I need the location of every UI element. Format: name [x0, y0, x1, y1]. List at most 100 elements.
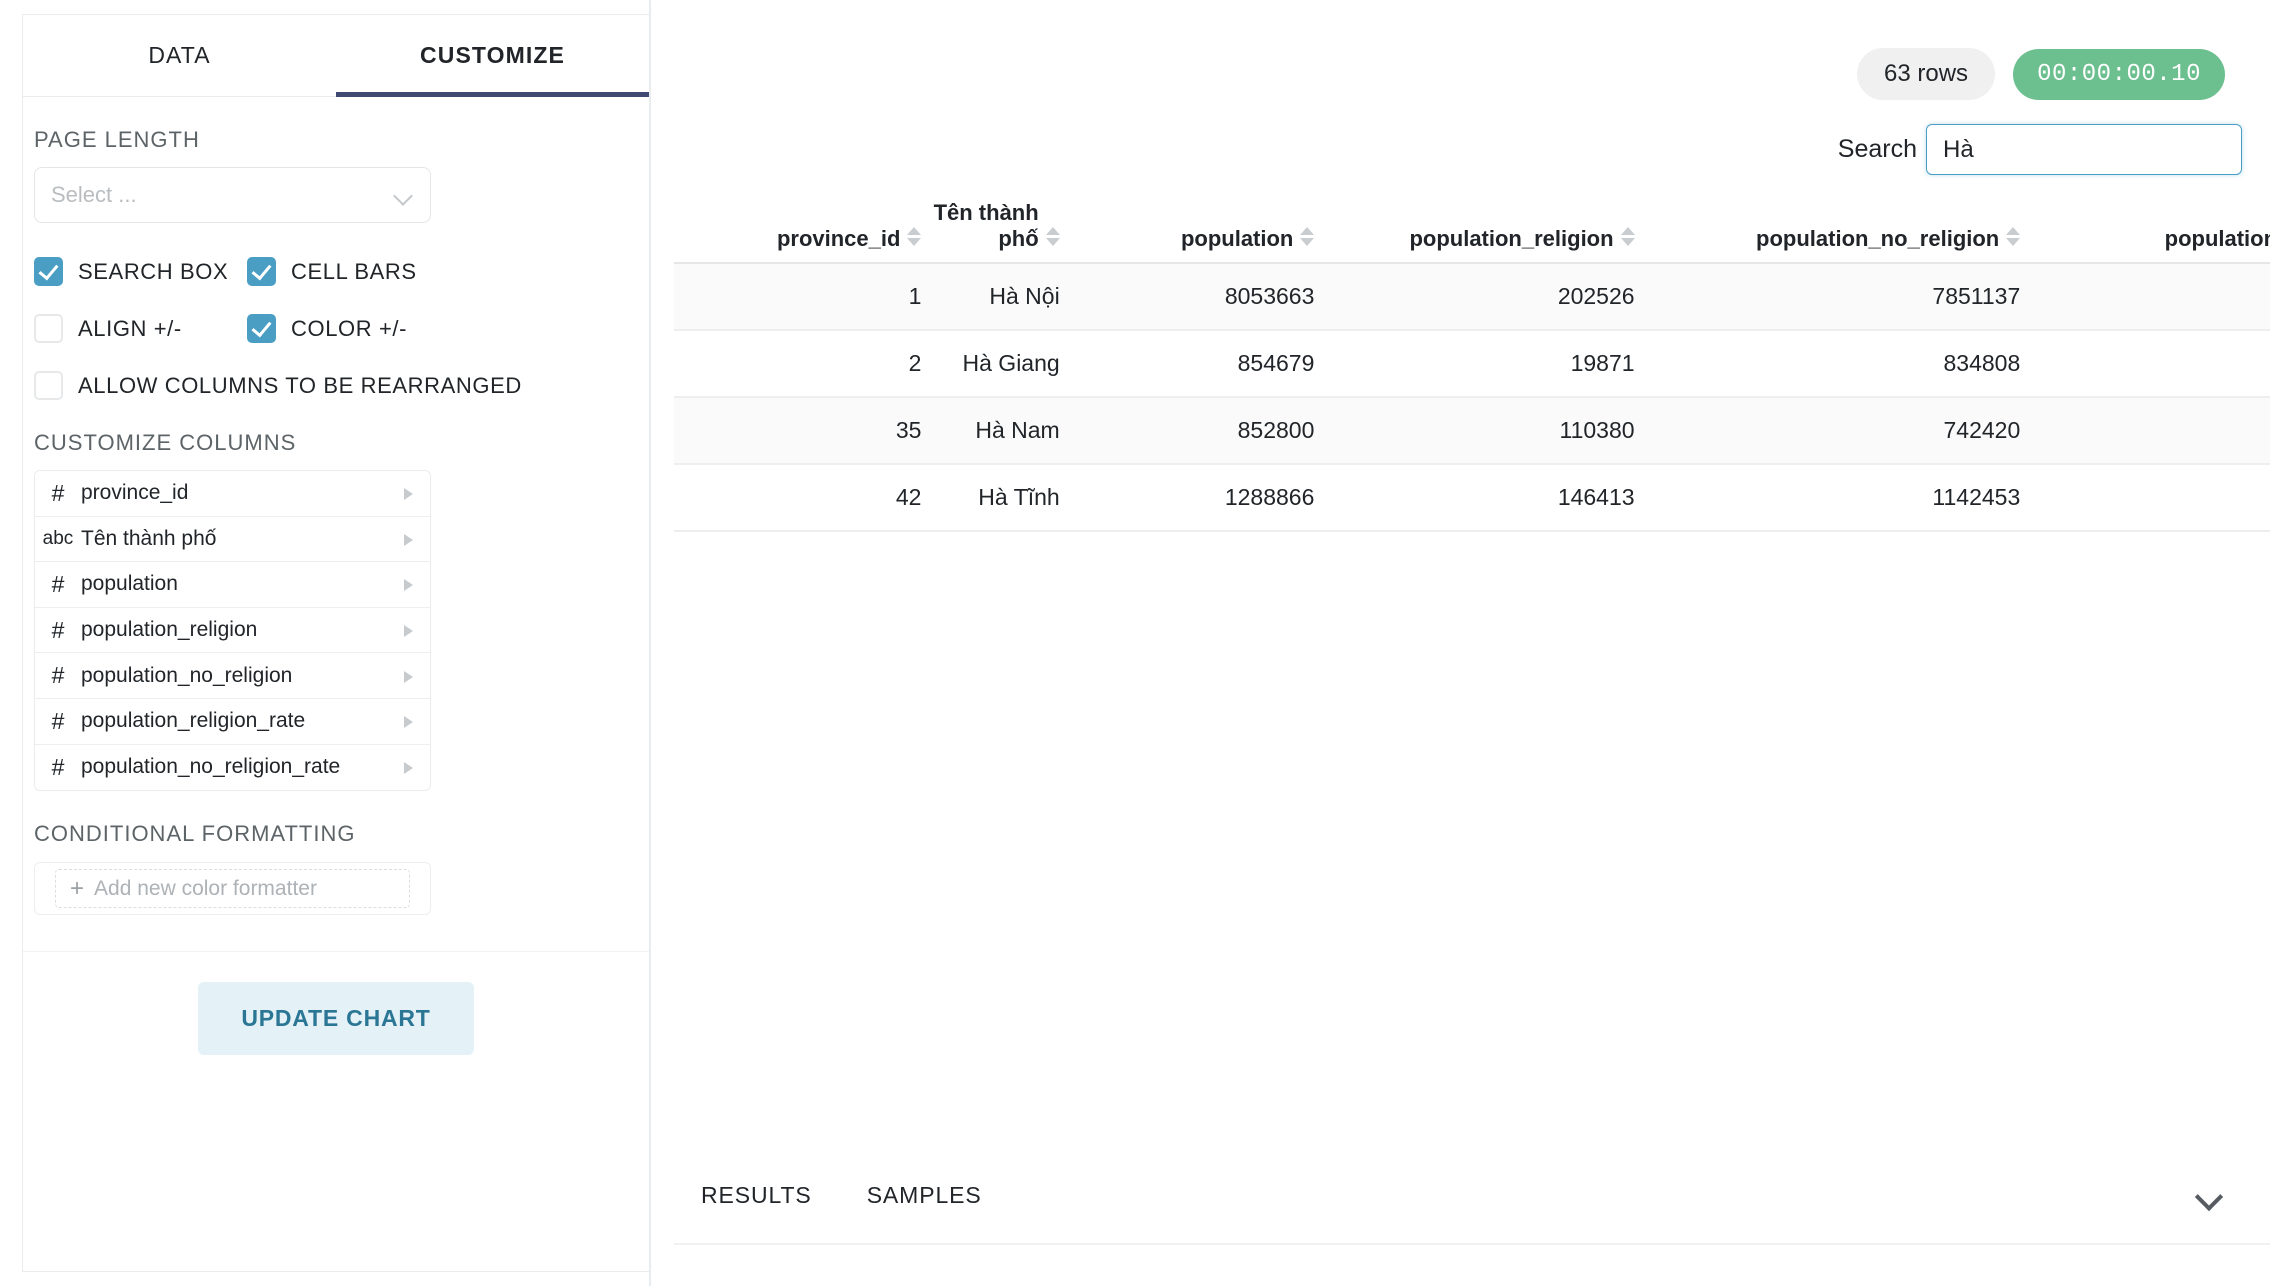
cell-population-religion: 19871 — [1314, 330, 1634, 397]
update-chart-button[interactable]: UPDATE CHART — [198, 982, 473, 1055]
th-population-no-religion-label: population_no_religion — [1756, 226, 1999, 252]
th-population-religion-rate-label: population_religion_rate — [2165, 226, 2270, 252]
checkbox-icon-checked — [34, 257, 63, 286]
checkbox-allow-rearrange[interactable]: ALLOW COLUMNS TO BE REARRANGED — [34, 371, 522, 400]
search-label: Search — [1838, 135, 1917, 164]
cell-population: 1288866 — [1060, 464, 1315, 531]
checkbox-cell-bars-label: CELL BARS — [291, 259, 417, 285]
column-item-population[interactable]: # population — [35, 562, 430, 608]
bottom-panel: RESULTS SAMPLES — [674, 1147, 2270, 1286]
th-population-religion-rate[interactable]: population_religion_rate — [2020, 200, 2270, 263]
sort-icon[interactable] — [1621, 226, 1635, 250]
checkbox-icon-checked — [247, 314, 276, 343]
cell-population-religion: 202526 — [1314, 263, 1634, 330]
checkbox-align-plus-minus[interactable]: ALIGN +/- — [34, 314, 247, 343]
page-length-select-value: Select ... — [51, 182, 394, 208]
sort-icon[interactable] — [1046, 226, 1060, 250]
cell-population-no-religion: 742420 — [1635, 397, 2021, 464]
sort-icon[interactable] — [907, 226, 921, 250]
table-row: 42 Hà Tĩnh 1288866 146413 1142453 11.36 — [674, 464, 2270, 531]
number-type-icon: # — [35, 662, 81, 689]
app-root: DATA CUSTOMIZE PAGE LENGTH Select ... — [0, 0, 2270, 1286]
column-item-population-no-religion-rate[interactable]: # population_no_religion_rate — [35, 745, 430, 791]
column-item-label: province_id — [81, 481, 396, 505]
cell-population-religion-rate: 11.36 — [2020, 464, 2270, 531]
checkbox-color-plus-minus[interactable]: COLOR +/- — [247, 314, 407, 343]
th-ten-thanh-pho-label: Tên thành phố — [921, 200, 1038, 252]
tab-data[interactable]: DATA — [23, 15, 336, 96]
th-ten-thanh-pho[interactable]: Tên thành phố — [921, 200, 1059, 263]
results-table: province_id Tên thành phố — [674, 200, 2270, 532]
customize-sidebar: DATA CUSTOMIZE PAGE LENGTH Select ... — [0, 0, 651, 1286]
page-length-label: PAGE LENGTH — [34, 127, 649, 153]
options-row-1: SEARCH BOX CELL BARS — [34, 257, 454, 286]
search-row: Search — [1838, 124, 2242, 175]
tab-customize[interactable]: CUSTOMIZE — [336, 15, 649, 96]
column-item-ten-thanh-pho[interactable]: abc Tên thành phố — [35, 517, 430, 563]
column-item-label: population_no_religion — [81, 664, 396, 688]
bottom-divider — [674, 1243, 2270, 1245]
number-type-icon: # — [35, 708, 81, 735]
results-topbar: 63 rows 00:00:00.10 — [1857, 48, 2225, 100]
cell-province-id: 42 — [674, 464, 921, 531]
cell-population-religion-rate: 2.51 — [2020, 263, 2270, 330]
table-header-row: province_id Tên thành phố — [674, 200, 2270, 263]
results-table-head: province_id Tên thành phố — [674, 200, 2270, 263]
number-type-icon: # — [35, 617, 81, 644]
column-item-label: population_religion — [81, 618, 396, 642]
checkbox-search-box-label: SEARCH BOX — [78, 259, 228, 285]
add-color-formatter-button[interactable]: + Add new color formatter — [34, 862, 431, 915]
th-population-label: population — [1181, 226, 1293, 252]
column-item-label: population — [81, 572, 396, 596]
chevron-down-icon[interactable] — [2195, 1187, 2225, 1205]
tab-data-label: DATA — [148, 42, 210, 69]
text-type-icon: abc — [35, 528, 81, 550]
cell-province-id: 1 — [674, 263, 921, 330]
search-input[interactable] — [1926, 124, 2242, 175]
th-province-id-label: province_id — [777, 226, 900, 252]
column-item-province-id[interactable]: # province_id — [35, 471, 430, 517]
tab-customize-label: CUSTOMIZE — [420, 42, 565, 69]
tab-results[interactable]: RESULTS — [701, 1182, 812, 1209]
th-population[interactable]: population — [1060, 200, 1315, 263]
cell-province-id: 35 — [674, 397, 921, 464]
checkbox-search-box[interactable]: SEARCH BOX — [34, 257, 247, 286]
column-item-population-religion[interactable]: # population_religion — [35, 608, 430, 654]
add-color-formatter-inner: + Add new color formatter — [55, 869, 410, 908]
th-population-no-religion[interactable]: population_no_religion — [1635, 200, 2021, 263]
results-main-panel: 63 rows 00:00:00.10 Search province_id — [651, 0, 2270, 1286]
cell-population: 8053663 — [1060, 263, 1315, 330]
column-item-label: population_no_religion_rate — [81, 755, 396, 779]
update-chart-wrap: UPDATE CHART — [23, 982, 649, 1055]
add-color-formatter-label: Add new color formatter — [94, 877, 317, 901]
bottom-tabbar: RESULTS SAMPLES — [674, 1147, 2270, 1243]
th-province-id[interactable]: province_id — [674, 200, 921, 263]
query-time-badge: 00:00:00.10 — [2013, 49, 2225, 100]
customize-columns-label: CUSTOMIZE COLUMNS — [34, 430, 649, 456]
results-table-body: 1 Hà Nội 8053663 202526 7851137 2.51 2 H… — [674, 263, 2270, 531]
sidebar-tabbar: DATA CUSTOMIZE — [23, 15, 649, 97]
options-row-2: ALIGN +/- COLOR +/- — [34, 314, 454, 343]
options-row-3: ALLOW COLUMNS TO BE REARRANGED — [34, 371, 454, 400]
cell-ten-thanh-pho: Hà Nam — [921, 397, 1059, 464]
cell-ten-thanh-pho: Hà Tĩnh — [921, 464, 1059, 531]
checkbox-cell-bars[interactable]: CELL BARS — [247, 257, 417, 286]
tab-samples[interactable]: SAMPLES — [867, 1182, 982, 1209]
rows-count-badge: 63 rows — [1857, 48, 1995, 100]
page-length-select[interactable]: Select ... — [34, 167, 431, 223]
number-type-icon: # — [35, 571, 81, 598]
cell-ten-thanh-pho: Hà Giang — [921, 330, 1059, 397]
number-type-icon: # — [35, 480, 81, 507]
cell-population-no-religion: 7851137 — [1635, 263, 2021, 330]
table-row: 2 Hà Giang 854679 19871 834808 2.32 — [674, 330, 2270, 397]
checkbox-allow-rearrange-label: ALLOW COLUMNS TO BE REARRANGED — [78, 373, 522, 399]
column-item-population-religion-rate[interactable]: # population_religion_rate — [35, 699, 430, 745]
cell-population-religion: 110380 — [1314, 397, 1634, 464]
table-row: 35 Hà Nam 852800 110380 742420 12.94 — [674, 397, 2270, 464]
customize-columns-list: # province_id abc Tên thành phố # popula… — [34, 470, 431, 791]
column-item-population-no-religion[interactable]: # population_no_religion — [35, 653, 430, 699]
th-population-religion[interactable]: population_religion — [1314, 200, 1634, 263]
cell-ten-thanh-pho: Hà Nội — [921, 263, 1059, 330]
sort-icon[interactable] — [2006, 226, 2020, 250]
sort-icon[interactable] — [1300, 226, 1314, 250]
